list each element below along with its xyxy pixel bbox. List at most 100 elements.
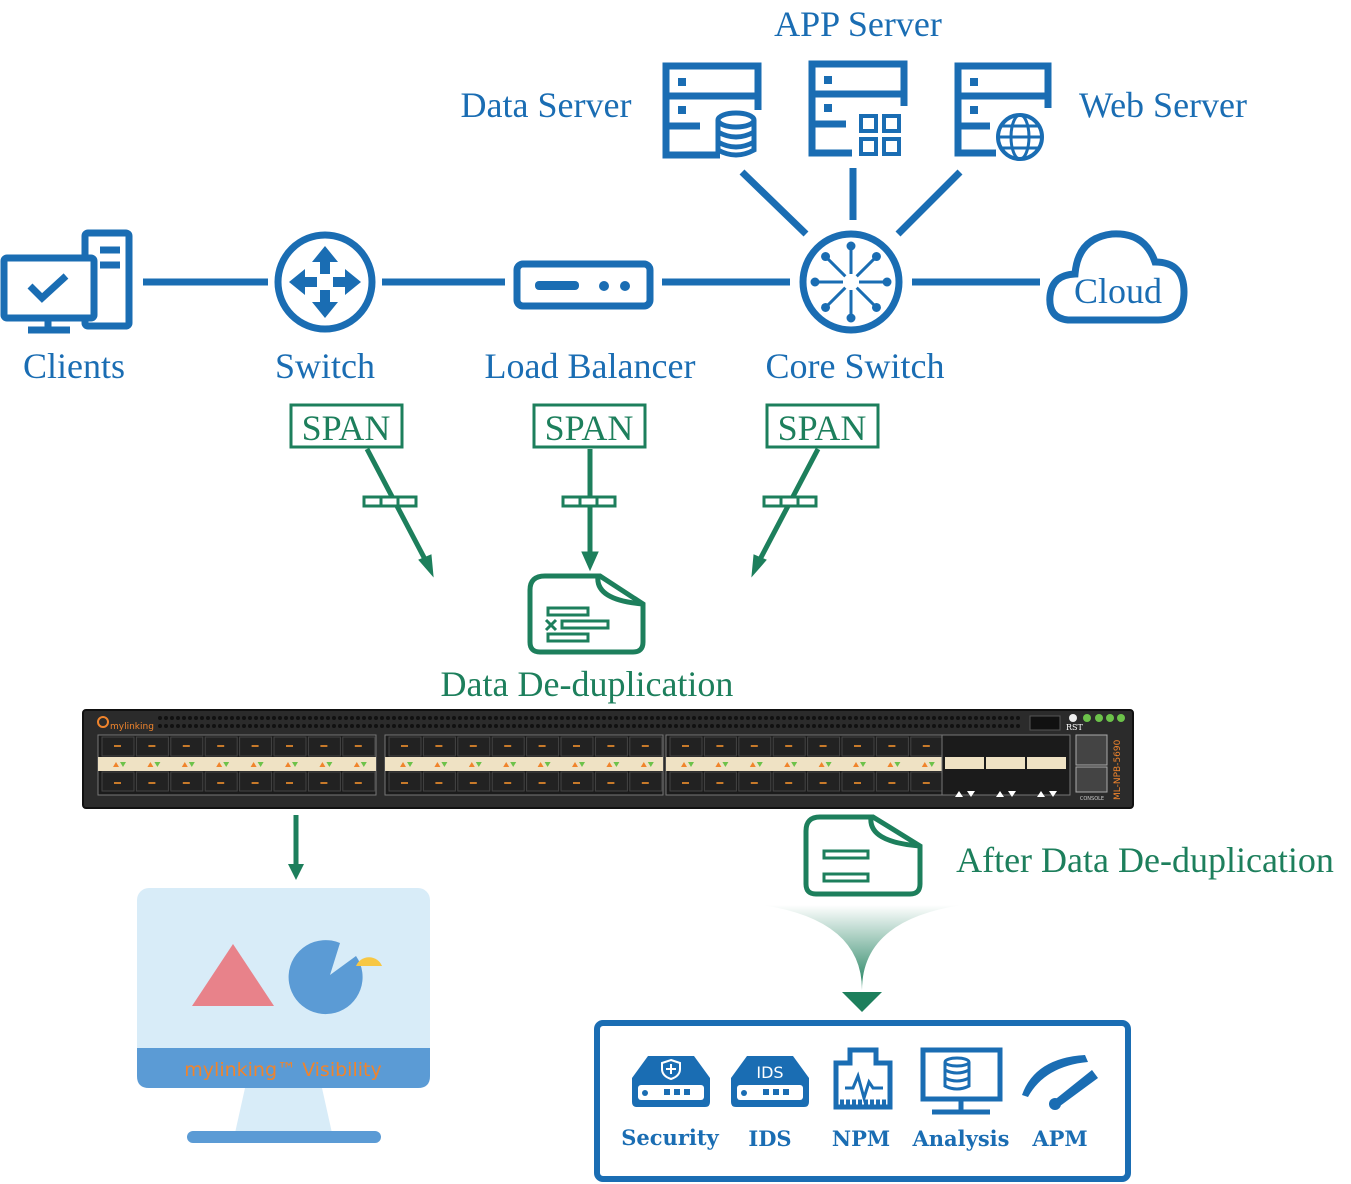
vent — [566, 716, 570, 720]
vent — [584, 724, 588, 728]
switch-icon — [274, 231, 376, 333]
packet-broker-device: mylinking RST CONSOLE ML-NPB-5690 — [82, 709, 1134, 809]
vent — [848, 724, 852, 728]
vent — [896, 716, 900, 720]
vent — [254, 716, 258, 720]
vent — [752, 724, 756, 728]
vent — [236, 716, 240, 720]
vent — [374, 716, 378, 720]
vent — [200, 724, 204, 728]
vent — [902, 716, 906, 720]
vent — [1004, 716, 1008, 720]
vent — [392, 724, 396, 728]
vent — [896, 724, 900, 728]
tool-label-security: Security — [621, 1125, 719, 1150]
vent — [614, 716, 618, 720]
vent — [860, 716, 864, 720]
sfp-port — [204, 771, 238, 792]
vent — [224, 716, 228, 720]
vent — [974, 716, 978, 720]
vent — [968, 724, 972, 728]
span-label-1: SPAN — [302, 408, 391, 448]
vent — [332, 716, 336, 720]
vent — [1016, 716, 1020, 720]
vent — [998, 716, 1002, 720]
funnel-arrow-icon — [842, 992, 882, 1012]
vent — [338, 716, 342, 720]
vent — [506, 724, 510, 728]
dedup-document-icon — [527, 573, 646, 655]
vent — [470, 716, 474, 720]
clients-icon — [0, 229, 133, 334]
vent — [734, 716, 738, 720]
security-appliance-icon — [632, 1056, 710, 1107]
vent — [560, 724, 564, 728]
vent — [206, 724, 210, 728]
vent — [806, 724, 810, 728]
vent — [320, 716, 324, 720]
cloud-label: Cloud — [1074, 271, 1162, 311]
vent — [596, 716, 600, 720]
vent — [812, 716, 816, 720]
vent — [242, 724, 246, 728]
vent — [938, 724, 942, 728]
ray-tip — [871, 302, 881, 312]
sfp-port — [135, 771, 169, 792]
ray-tip — [882, 277, 892, 287]
vent — [428, 716, 432, 720]
link-core-web — [895, 169, 963, 237]
vent — [998, 724, 1002, 728]
vent — [470, 724, 474, 728]
vent — [548, 716, 552, 720]
vent — [656, 716, 660, 720]
vent — [620, 724, 624, 728]
vent — [668, 716, 672, 720]
vent — [764, 716, 768, 720]
vent — [854, 724, 858, 728]
vent — [794, 716, 798, 720]
vent — [350, 716, 354, 720]
vent — [476, 716, 480, 720]
vent — [902, 724, 906, 728]
vent — [944, 724, 948, 728]
sfp-port — [170, 771, 204, 792]
ray-tip — [810, 277, 820, 287]
vent — [692, 724, 696, 728]
vent — [914, 724, 918, 728]
vent — [620, 716, 624, 720]
vent — [956, 724, 960, 728]
vent — [638, 716, 642, 720]
vent — [320, 724, 324, 728]
vent — [536, 716, 540, 720]
vent — [746, 724, 750, 728]
web-server-icon — [954, 62, 1052, 161]
vent — [650, 724, 654, 728]
vent — [182, 724, 186, 728]
vent — [920, 724, 924, 728]
vent — [812, 724, 816, 728]
vent — [932, 724, 936, 728]
vent — [890, 716, 894, 720]
vent — [1004, 724, 1008, 728]
after-dedup-label: After Data De-duplication — [956, 840, 1334, 880]
vent — [572, 716, 576, 720]
vent — [872, 724, 876, 728]
vent — [476, 724, 480, 728]
vent — [200, 716, 204, 720]
span-label-3: SPAN — [778, 408, 867, 448]
vent — [968, 716, 972, 720]
sfp-port — [273, 771, 307, 792]
vent — [554, 724, 558, 728]
vent — [824, 724, 828, 728]
vent — [410, 716, 414, 720]
rst-button[interactable] — [1069, 714, 1077, 722]
vent — [518, 716, 522, 720]
vent — [788, 724, 792, 728]
vent — [536, 724, 540, 728]
vent — [668, 724, 672, 728]
vent — [278, 724, 282, 728]
vent — [674, 724, 678, 728]
sfp-port — [491, 771, 525, 792]
vent — [554, 716, 558, 720]
vent — [512, 716, 516, 720]
